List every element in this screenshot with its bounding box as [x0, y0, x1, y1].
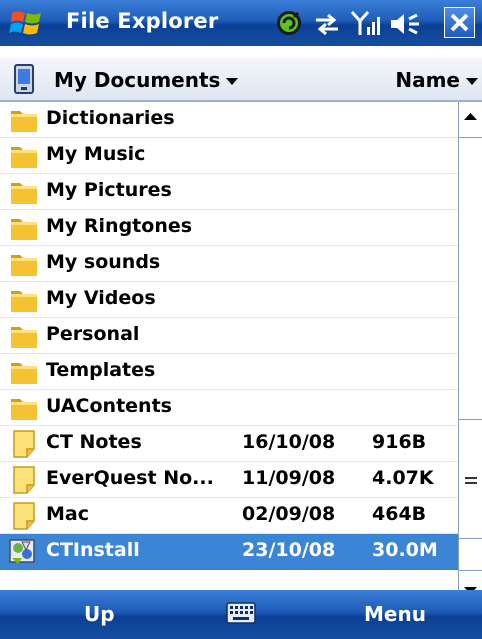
keyboard-icon[interactable] [226, 602, 256, 624]
folder-icon [8, 286, 40, 314]
file-name: My Pictures [46, 179, 172, 201]
folder-icon [8, 142, 40, 170]
folder-row[interactable]: My Music [0, 138, 458, 174]
file-date: 02/09/08 [242, 503, 336, 525]
file-name: My Videos [46, 287, 156, 309]
folder-row[interactable]: My Pictures [0, 174, 458, 210]
pda-device-icon [14, 64, 34, 94]
file-name: Personal [46, 323, 140, 345]
folder-row[interactable]: My sounds [0, 246, 458, 282]
chevron-down-icon [466, 78, 478, 85]
signal-strength-icon[interactable] [350, 9, 380, 37]
folder-row[interactable]: Personal [0, 318, 458, 354]
file-row[interactable]: EverQuest No... 11/09/08 4.07K [0, 462, 458, 498]
file-date: 23/10/08 [242, 539, 336, 561]
file-row[interactable]: Mac 02/09/08 464B [0, 498, 458, 534]
grip-line [465, 476, 477, 479]
file-size: 916B [372, 431, 427, 453]
volume-icon[interactable] [388, 11, 428, 37]
title-bar: File Explorer [0, 0, 482, 46]
folder-icon [8, 394, 40, 422]
chevron-down-icon [226, 78, 239, 85]
folder-row[interactable]: Dictionaries [0, 102, 458, 138]
file-name: Dictionaries [46, 107, 175, 129]
arrow-up-icon [464, 113, 477, 120]
file-name: Templates [46, 359, 156, 381]
folder-icon [8, 214, 40, 242]
file-name: Mac [46, 503, 89, 525]
scroll-up-button[interactable] [459, 102, 482, 138]
folder-icon [8, 178, 40, 206]
folder-icon [8, 250, 40, 278]
note-icon [8, 502, 40, 530]
grip-line [465, 481, 477, 484]
folder-row[interactable]: My Ringtones [0, 210, 458, 246]
folder-icon [8, 322, 40, 350]
menu-softkey[interactable]: Menu [364, 602, 426, 626]
scroll-thumb[interactable] [459, 418, 482, 539]
folder-label: My Documents [54, 68, 239, 92]
window-title: File Explorer [66, 9, 219, 33]
file-size: 30.0M [372, 539, 438, 561]
close-button[interactable] [444, 7, 475, 38]
folder-row[interactable]: Templates [0, 354, 458, 390]
file-date: 11/09/08 [242, 467, 336, 489]
folder-row[interactable]: UAContents [0, 390, 458, 426]
folder-header: My Documents Name [0, 58, 482, 102]
file-size: 464B [372, 503, 427, 525]
vertical-scrollbar[interactable] [458, 102, 482, 612]
file-name: CT Notes [46, 431, 142, 453]
file-row[interactable]: CTInstall 23/10/08 30.0M [0, 534, 458, 570]
folder-row[interactable]: My Videos [0, 282, 458, 318]
sort-label: Name [395, 68, 460, 92]
file-name: My Music [46, 143, 146, 165]
close-icon [450, 13, 469, 32]
note-icon [8, 466, 40, 494]
data-transfer-icon[interactable] [314, 12, 340, 36]
up-softkey[interactable]: Up [84, 602, 115, 626]
file-row[interactable]: CT Notes 16/10/08 916B [0, 426, 458, 462]
install-package-icon [8, 538, 40, 566]
file-name: CTInstall [46, 539, 140, 561]
file-date: 16/10/08 [242, 431, 336, 453]
folder-icon [8, 358, 40, 386]
file-name: EverQuest No... [46, 467, 214, 489]
softkey-bar: Up Menu [0, 590, 482, 639]
file-name: UAContents [46, 395, 172, 417]
sort-dropdown[interactable]: Name [395, 68, 478, 92]
connection-sync-icon[interactable] [274, 8, 304, 38]
note-icon [8, 430, 40, 458]
file-name: My Ringtones [46, 215, 193, 237]
start-flag-icon[interactable] [8, 7, 48, 39]
file-size: 4.07K [372, 467, 434, 489]
file-list: Dictionaries My Music My Pictures My Ringto… [0, 102, 458, 588]
file-name: My sounds [46, 251, 161, 273]
folder-icon [8, 106, 40, 134]
